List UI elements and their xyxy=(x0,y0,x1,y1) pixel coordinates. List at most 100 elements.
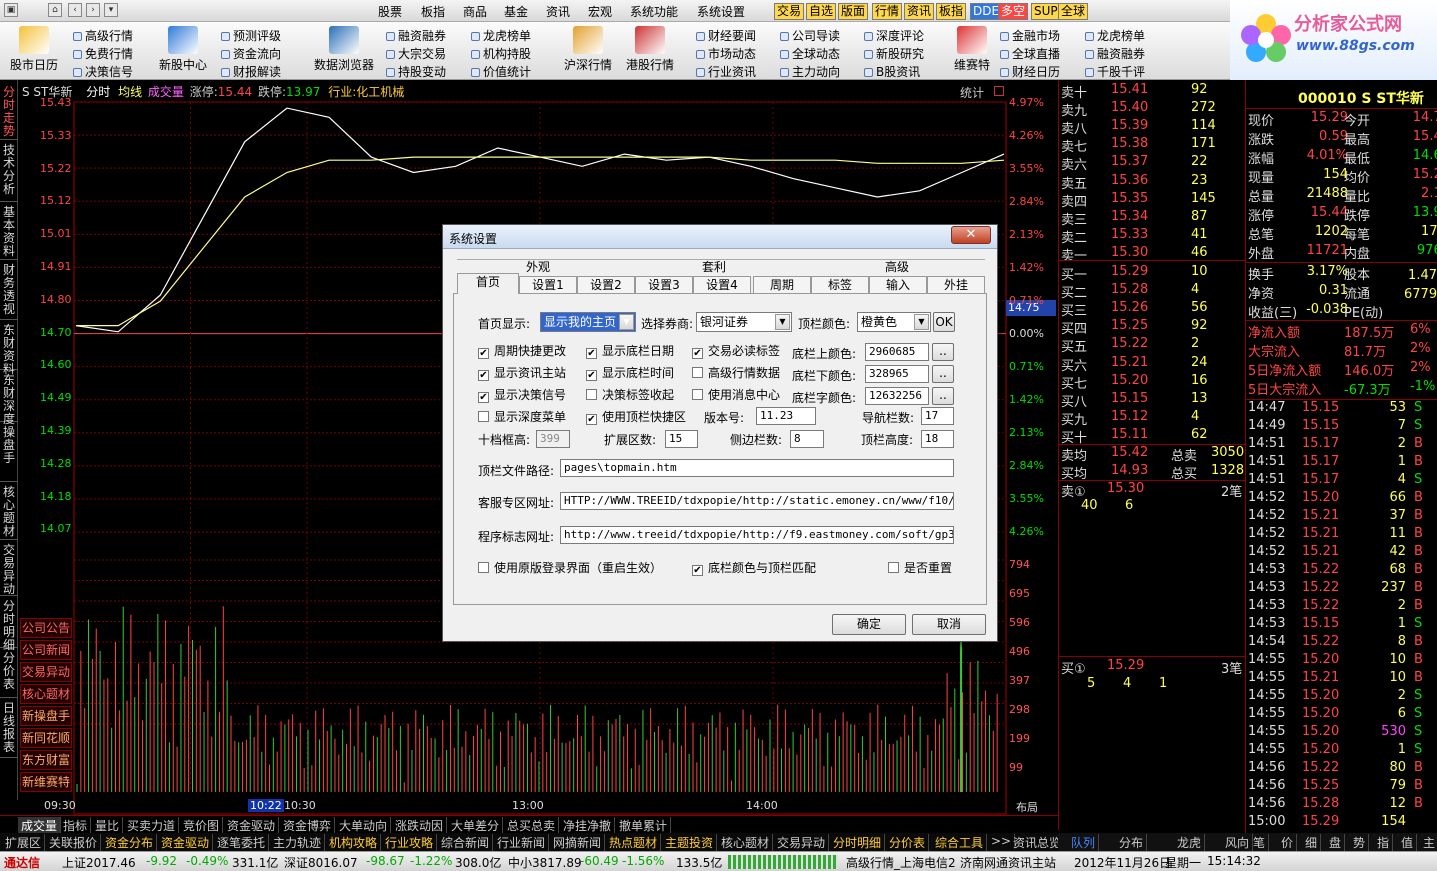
settings-tab-1[interactable]: 设置1 xyxy=(519,276,577,294)
book-row[interactable]: 卖五 15.36 23 xyxy=(1061,173,1244,192)
forward-icon[interactable]: › xyxy=(86,3,100,17)
topheight-input[interactable]: 18 xyxy=(921,430,954,448)
setting-checkbox-4[interactable]: ✔ 显示底栏时间 xyxy=(586,364,674,381)
book-row[interactable]: 买四 15.25 92 xyxy=(1061,318,1244,337)
book-row[interactable]: 买九 15.12 4 xyxy=(1061,409,1244,428)
left-tab-0[interactable]: 分时走势 xyxy=(0,82,18,140)
quick-button-2[interactable]: 版面 xyxy=(838,3,869,20)
ext-input[interactable]: 15 xyxy=(665,430,698,448)
right-tab-1[interactable]: 分布 xyxy=(1116,834,1148,851)
indicator-tab-3[interactable]: 买卖力道 xyxy=(124,817,180,834)
extension-tab-3[interactable]: 资金驱动 xyxy=(158,834,214,851)
toolbar-link[interactable]: 龙虎榜单 xyxy=(471,27,531,44)
quick-button-8[interactable]: SUP xyxy=(1031,3,1061,20)
left-tab-6[interactable]: 操盘手 xyxy=(0,422,18,482)
right-tab-9[interactable]: 指 xyxy=(1374,834,1394,851)
setting-checkbox-3[interactable]: ✔ 显示资讯主站 xyxy=(478,364,566,381)
extension-tab-13[interactable]: 核心题材 xyxy=(718,834,774,851)
color-picker-button-1[interactable]: .. xyxy=(932,365,954,383)
indicator-tab-0[interactable]: 成交量 xyxy=(18,817,62,834)
toolbar-link[interactable]: 主力动向 xyxy=(780,63,840,80)
side-input[interactable]: 8 xyxy=(790,430,824,448)
setting-checkbox-2[interactable]: ✔ 交易必读标签 xyxy=(692,342,780,359)
confirm-button[interactable]: 确定 xyxy=(832,614,906,635)
extension-tab-15[interactable]: 分时明细 xyxy=(830,834,886,851)
book-row[interactable]: 卖均 15.42 总卖 3050 xyxy=(1061,445,1244,464)
toolbar-big-0[interactable]: 股市日历 xyxy=(6,26,62,73)
toolbar-link[interactable]: 全球直播 xyxy=(1000,45,1060,62)
menu-item-0[interactable]: 股票 xyxy=(378,3,402,20)
book-row[interactable]: 买三 15.26 56 xyxy=(1061,300,1244,319)
service-url-input[interactable]: HTTP://WWW.TREEID/tdxpopie/http://static… xyxy=(560,492,954,510)
settings-tab-7[interactable]: 输入 xyxy=(869,276,927,294)
extension-tab-4[interactable]: 逐笔委托 xyxy=(214,834,270,851)
extension-tab-2[interactable]: 资金分布 xyxy=(102,834,158,851)
book-row[interactable]: 40 6 xyxy=(1061,498,1244,516)
side-link-2[interactable]: 交易异动 xyxy=(20,662,72,682)
toolbar-link[interactable]: 财报解读 xyxy=(221,63,281,80)
setting-checkbox-1[interactable]: ✔ 显示底栏日期 xyxy=(586,342,674,359)
quick-button-3[interactable]: 行情 xyxy=(872,3,903,20)
quick-button-4[interactable]: 资讯 xyxy=(904,3,935,20)
toolbar-link[interactable]: 龙虎榜单 xyxy=(1085,27,1145,44)
toolbar-big-3[interactable]: 沪深行情 xyxy=(560,26,616,73)
settings-tab-3[interactable]: 设置3 xyxy=(635,276,693,294)
bottom-checkbox-2[interactable]: 是否重置 xyxy=(888,559,952,576)
extension-tab-12[interactable]: 主题投资 xyxy=(662,834,718,851)
chart-toggle-icon[interactable] xyxy=(994,86,1004,96)
settings-tab-5[interactable]: 周期 xyxy=(753,276,811,294)
quick-button-7[interactable]: 多空 xyxy=(998,3,1029,20)
left-tab-5[interactable]: 东财深度 xyxy=(0,370,18,426)
toolbar-link[interactable]: 决策信号 xyxy=(73,63,133,80)
toolbar-link[interactable]: 融资融券 xyxy=(386,27,446,44)
book-row[interactable]: 卖三 15.34 87 xyxy=(1061,209,1244,228)
indicator-tab-11[interactable]: 净挂净撤 xyxy=(560,817,616,834)
toolbar-link[interactable]: 大宗交易 xyxy=(386,45,446,62)
fenshi-label[interactable]: 分时 xyxy=(86,85,110,99)
toolbar-link[interactable]: 市场动态 xyxy=(696,45,756,62)
topcolor-select[interactable]: 橙黄色 ▼ xyxy=(857,312,931,332)
setting-checkbox-5[interactable]: 高级行情数据 xyxy=(692,364,780,381)
toolbar-link[interactable]: 行业资讯 xyxy=(696,63,756,80)
menu-item-7[interactable]: 系统设置 xyxy=(697,3,745,20)
setting-checkbox-9[interactable]: 显示深度菜单 xyxy=(478,408,566,425)
left-tab-2[interactable]: 基本资料 xyxy=(0,202,18,260)
settings-tab-6[interactable]: 标签 xyxy=(811,276,869,294)
left-tab-8[interactable]: 交易异动 xyxy=(0,540,18,596)
indicator-tab-1[interactable]: 指标 xyxy=(60,817,92,834)
volume-label[interactable]: 成交量 xyxy=(148,85,184,99)
setting-checkbox-0[interactable]: ✔ 周期快捷更改 xyxy=(478,342,566,359)
right-tab-2[interactable]: 龙虎 xyxy=(1174,834,1206,851)
book-row[interactable]: 卖四 15.35 145 xyxy=(1061,191,1244,210)
book-row[interactable]: 买十 15.11 62 xyxy=(1061,427,1244,446)
book-row[interactable]: 卖十 15.41 92 xyxy=(1061,82,1244,101)
book-row[interactable]: 买五 15.22 2 xyxy=(1061,336,1244,355)
side-link-5[interactable]: 新同花顺 xyxy=(20,728,72,748)
close-icon[interactable]: ✕ xyxy=(951,226,991,244)
settings-tab-0[interactable]: 首页 xyxy=(457,273,519,294)
cancel-button[interactable]: 取消 xyxy=(912,614,986,635)
right-tab-8[interactable]: 势 xyxy=(1350,834,1370,851)
toolbar-link[interactable]: 高级行情 xyxy=(73,27,133,44)
book-row[interactable]: 买七 15.20 16 xyxy=(1061,373,1244,392)
junxian-label[interactable]: 均线 xyxy=(118,85,142,99)
indicator-tab-8[interactable]: 涨跌动因 xyxy=(392,817,448,834)
book-row[interactable]: 买八 15.15 13 xyxy=(1061,391,1244,410)
path-input[interactable]: pages\topmain.htm xyxy=(560,459,954,477)
menu-item-6[interactable]: 系统功能 xyxy=(630,3,678,20)
toolbar-link[interactable]: 机构持股 xyxy=(471,45,531,62)
book-row[interactable]: 卖八 15.39 114 xyxy=(1061,118,1244,137)
toolbar-link[interactable]: 深度评论 xyxy=(864,27,924,44)
right-tab-7[interactable]: 盘 xyxy=(1326,834,1346,851)
topcolor-ok-button[interactable]: OK xyxy=(933,312,955,332)
right-tab-3[interactable]: 风向 xyxy=(1222,834,1254,851)
home-icon[interactable]: ⌂ xyxy=(48,3,62,17)
toolbar-link[interactable]: 财经日历 xyxy=(1000,63,1060,80)
app-icon[interactable]: ▣ xyxy=(4,3,18,17)
indicator-tab-6[interactable]: 资金博弈 xyxy=(280,817,336,834)
toolbar-link[interactable]: B股资讯 xyxy=(864,63,920,80)
setting-checkbox-6[interactable]: ✔ 显示决策信号 xyxy=(478,386,566,403)
toolbar-link[interactable]: 金融市场 xyxy=(1000,27,1060,44)
connection-info[interactable]: 高级行情_上海电信2 xyxy=(846,854,956,871)
toolbar-link[interactable]: 持股变动 xyxy=(386,63,446,80)
